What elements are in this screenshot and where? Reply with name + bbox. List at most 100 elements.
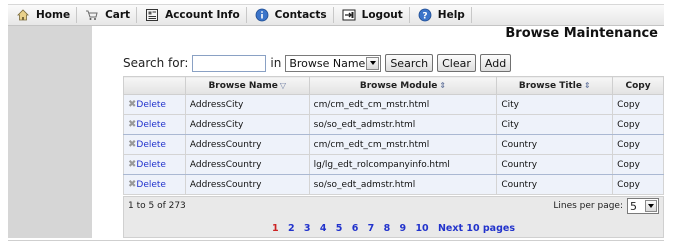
search-button[interactable]: Search [385, 54, 434, 72]
browse-name-link[interactable]: AddressCity [184, 114, 310, 135]
menu-logout-label: Logout [361, 9, 403, 21]
page-link[interactable]: 2 [288, 223, 295, 234]
table-row: ✖Delete AddressCountry so/so_edt_admstr.… [123, 174, 664, 195]
page-link[interactable]: 8 [384, 223, 391, 234]
copy-link[interactable]: Copy [612, 114, 664, 135]
help-icon: ? [418, 8, 432, 22]
chevron-down-icon[interactable] [645, 200, 657, 212]
browse-title-cell: Country [496, 154, 614, 175]
lines-per-page: Lines per page: 5 [553, 198, 659, 214]
browse-name-link[interactable]: AddressCountry [184, 154, 310, 175]
search-in-label: in [270, 56, 282, 70]
page-title: Browse Maintenance [505, 26, 658, 41]
logout-icon [342, 8, 356, 22]
browse-title-cell: Country [496, 134, 614, 155]
table-row: ✖Delete AddressCity cm/cm_edt_cm_mstr.ht… [123, 94, 664, 115]
cart-icon [85, 8, 99, 22]
copy-link[interactable]: Copy [612, 174, 664, 195]
menu-account-info[interactable]: Account Info [137, 5, 246, 25]
browse-name-link[interactable]: AddressCity [184, 94, 310, 115]
page-link[interactable]: 9 [400, 223, 407, 234]
menu-contacts-label: Contacts [274, 9, 327, 21]
header-browse-name[interactable]: Browse Name ▽ [184, 76, 310, 95]
delete-link[interactable]: Delete [136, 120, 166, 130]
copy-link[interactable]: Copy [612, 154, 664, 175]
home-icon [16, 8, 30, 22]
menu-logout[interactable]: Logout [334, 5, 409, 25]
add-button[interactable]: Add [479, 54, 512, 72]
clear-button[interactable]: Clear [437, 54, 476, 72]
table-row: ✖Delete AddressCountry lg/lg_edt_rolcomp… [123, 154, 664, 175]
menu-contacts[interactable]: Contacts [247, 5, 333, 25]
table-footer: 1 to 5 of 273 Lines per page: 5 1 2 3 4 … [123, 196, 664, 238]
menu-account-info-label: Account Info [165, 9, 240, 21]
menu-separator [470, 7, 472, 23]
menu-home[interactable]: Home [8, 5, 76, 25]
chevron-down-icon[interactable] [366, 56, 380, 70]
header-browse-name-label: Browse Name [208, 80, 278, 91]
menu-help[interactable]: ? Help [410, 5, 471, 25]
delete-link[interactable]: Delete [136, 100, 166, 110]
browse-module-cell: so/so_edt_admstr.html [308, 174, 498, 195]
page-link[interactable]: 10 [415, 223, 428, 234]
menu-cart-label: Cart [105, 9, 131, 21]
lines-per-page-select[interactable]: 5 [627, 198, 659, 214]
lines-per-page-label: Lines per page: [553, 201, 623, 211]
page-link[interactable]: 5 [336, 223, 343, 234]
search-label: Search for: [123, 56, 189, 70]
delete-link[interactable]: Delete [136, 180, 166, 190]
menu-help-label: Help [437, 9, 465, 21]
lines-per-page-value: 5 [630, 199, 637, 213]
bottom-divider [8, 240, 664, 241]
browse-title-cell: City [496, 114, 614, 135]
delete-link[interactable]: Delete [136, 140, 166, 150]
header-browse-title-label: Browse Title [518, 80, 582, 91]
menu-home-label: Home [36, 9, 71, 21]
sort-both-icon[interactable]: ⇕ [584, 81, 591, 90]
page-link[interactable]: 4 [320, 223, 327, 234]
sort-desc-icon[interactable]: ▽ [280, 81, 286, 90]
info-icon [255, 8, 269, 22]
copy-link[interactable]: Copy [612, 94, 664, 115]
sort-both-icon[interactable]: ⇕ [439, 81, 446, 90]
browse-table: Browse Name ▽ Browse Module ⇕ Browse Title… [123, 76, 664, 195]
delete-link[interactable]: Delete [136, 160, 166, 170]
delete-cell[interactable]: ✖Delete [123, 134, 186, 155]
delete-cell[interactable]: ✖Delete [123, 154, 186, 175]
browse-module-cell: cm/cm_edt_cm_mstr.html [308, 134, 498, 155]
browse-name-link[interactable]: AddressCountry [184, 174, 310, 195]
pagination: 1 2 3 4 5 6 7 8 9 10 Next 10 pages [124, 223, 663, 234]
account-icon [145, 8, 159, 22]
browse-module-cell: so/so_edt_admstr.html [308, 114, 498, 135]
table-row: ✖Delete AddressCity so/so_edt_admstr.htm… [123, 114, 664, 135]
header-browse-module-label: Browse Module [359, 80, 438, 91]
top-menu-bar: Home Cart Account Info Contacts Logout ?… [8, 4, 664, 26]
page-link[interactable]: 7 [368, 223, 375, 234]
browse-title-cell: Country [496, 174, 614, 195]
table-header-row: Browse Name ▽ Browse Module ⇕ Browse Title… [123, 76, 664, 95]
search-field-selected: Browse Name [289, 56, 366, 70]
record-range: 1 to 5 of 273 [128, 201, 186, 211]
search-field-select[interactable]: Browse Name [285, 54, 382, 72]
main-content: Browse Maintenance Search for: in Browse… [92, 26, 664, 238]
delete-cell[interactable]: ✖Delete [123, 114, 186, 135]
menu-cart[interactable]: Cart [77, 5, 136, 25]
search-input[interactable] [192, 54, 267, 72]
left-sidebar-panel [8, 26, 92, 238]
browse-module-cell: cm/cm_edt_cm_mstr.html [308, 94, 498, 115]
next-pages-link[interactable]: Next 10 pages [438, 223, 515, 234]
delete-cell[interactable]: ✖Delete [123, 174, 186, 195]
header-browse-title[interactable]: Browse Title ⇕ [496, 76, 614, 95]
browse-module-cell: lg/lg_edt_rolcompanyinfo.html [308, 154, 498, 175]
copy-link[interactable]: Copy [612, 134, 664, 155]
page-link[interactable]: 6 [352, 223, 359, 234]
browse-name-link[interactable]: AddressCountry [184, 134, 310, 155]
header-browse-module[interactable]: Browse Module ⇕ [308, 76, 498, 95]
search-bar: Search for: in Browse Name Search Clear … [123, 54, 512, 72]
svg-text:?: ? [422, 12, 427, 22]
page-link[interactable]: 3 [304, 223, 311, 234]
browse-title-cell: City [496, 94, 614, 115]
page-link-current: 1 [272, 223, 279, 234]
delete-cell[interactable]: ✖Delete [123, 94, 186, 115]
header-copy: Copy [612, 76, 664, 95]
